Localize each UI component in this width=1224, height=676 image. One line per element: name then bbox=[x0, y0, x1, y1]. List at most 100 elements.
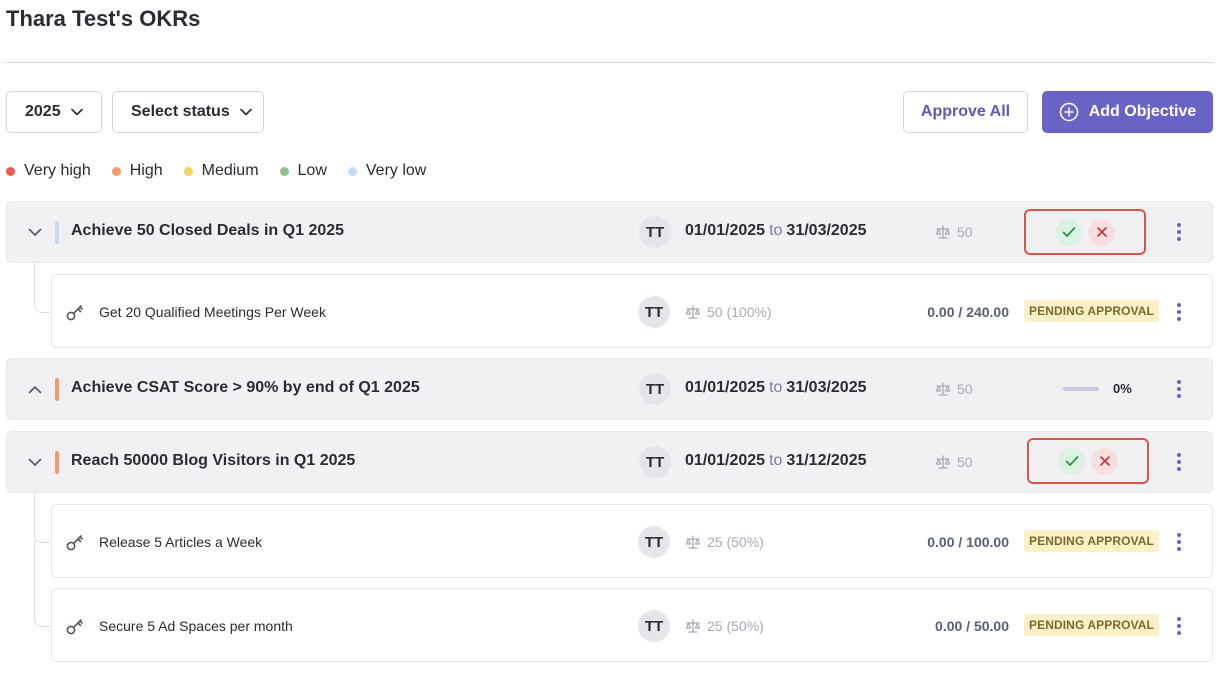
legend-item-medium: Medium bbox=[183, 162, 259, 180]
reject-button[interactable] bbox=[1088, 218, 1115, 246]
page-title: Thara Test's OKRs bbox=[6, 6, 201, 31]
more-options-icon[interactable] bbox=[1176, 223, 1182, 241]
key-result-title[interactable]: Secure 5 Ad Spaces per month bbox=[99, 618, 293, 634]
more-options-icon[interactable] bbox=[1176, 380, 1182, 398]
end-date: 31/03/2025 bbox=[786, 379, 867, 396]
owner-avatar: TT bbox=[639, 216, 671, 248]
end-date: 31/03/2025 bbox=[786, 222, 867, 239]
objective-title[interactable]: Reach 50000 Blog Visitors in Q1 2025 bbox=[71, 452, 355, 470]
objective-progress: 0% bbox=[1063, 381, 1132, 396]
reject-button[interactable] bbox=[1091, 447, 1118, 475]
key-result-weight: 25 (50%) bbox=[685, 618, 764, 634]
key-result-progress-value: 0.00 / 100.00 bbox=[927, 534, 1009, 550]
legend-item-low: Low bbox=[279, 162, 327, 180]
objective-dates: 01/01/2025 to 31/03/2025 bbox=[685, 222, 867, 240]
objective-weight: 50 bbox=[935, 454, 973, 470]
year-select[interactable]: 2025 bbox=[6, 91, 102, 133]
scale-icon bbox=[935, 224, 951, 240]
scale-icon bbox=[935, 454, 951, 470]
key-result-title[interactable]: Get 20 Qualified Meetings Per Week bbox=[99, 304, 326, 320]
legend-item-very-high: Very high bbox=[6, 162, 91, 180]
key-result-row[interactable]: Get 20 Qualified Meetings Per Week TT 50… bbox=[51, 274, 1213, 348]
legend-dot bbox=[183, 166, 193, 176]
owner-avatar: TT bbox=[638, 610, 670, 642]
tree-connector bbox=[34, 493, 50, 543]
objective-title[interactable]: Achieve 50 Closed Deals in Q1 2025 bbox=[71, 222, 344, 240]
key-result-title[interactable]: Release 5 Articles a Week bbox=[99, 534, 262, 550]
weight-value: 25 (50%) bbox=[707, 534, 764, 550]
legend-label: Very low bbox=[365, 162, 427, 179]
weight-value: 50 (100%) bbox=[707, 304, 772, 320]
key-result-progress-value: 0.00 / 50.00 bbox=[935, 618, 1009, 634]
weight-value: 50 bbox=[957, 224, 973, 240]
objective-row[interactable]: Reach 50000 Blog Visitors in Q1 2025 TT … bbox=[6, 431, 1213, 493]
legend-label: High bbox=[129, 162, 163, 179]
approve-all-button[interactable]: Approve All bbox=[903, 91, 1028, 133]
status-badge: PENDING APPROVAL bbox=[1024, 300, 1159, 322]
chevron-down-icon[interactable] bbox=[27, 224, 43, 240]
priority-indicator bbox=[55, 221, 59, 244]
tree-connector bbox=[34, 540, 50, 627]
legend-item-high: High bbox=[111, 162, 163, 180]
approve-button[interactable] bbox=[1055, 218, 1082, 246]
chevron-down-icon bbox=[70, 108, 83, 116]
owner-avatar: TT bbox=[639, 373, 671, 405]
chevron-down-icon[interactable] bbox=[27, 454, 43, 470]
key-result-weight: 50 (100%) bbox=[685, 304, 772, 320]
owner-avatar: TT bbox=[638, 526, 670, 558]
check-icon bbox=[1062, 227, 1075, 237]
chevron-up-icon[interactable] bbox=[27, 381, 43, 397]
start-date: 01/01/2025 bbox=[685, 452, 766, 469]
date-separator: to bbox=[769, 379, 783, 396]
objective-dates: 01/01/2025 to 31/12/2025 bbox=[685, 452, 867, 470]
key-icon bbox=[65, 302, 85, 327]
end-date: 31/12/2025 bbox=[786, 452, 867, 469]
more-options-icon[interactable] bbox=[1176, 617, 1182, 635]
date-separator: to bbox=[769, 222, 783, 239]
legend-dot bbox=[6, 166, 15, 176]
objective-dates: 01/01/2025 to 31/03/2025 bbox=[685, 379, 867, 397]
close-icon bbox=[1096, 227, 1107, 237]
scale-icon bbox=[685, 304, 701, 320]
priority-legend: Very high High Medium Low Very low bbox=[6, 162, 447, 180]
owner-avatar: TT bbox=[639, 446, 671, 478]
key-result-row[interactable]: Release 5 Articles a Week TT 25 (50%) 0.… bbox=[51, 504, 1213, 578]
more-options-icon[interactable] bbox=[1176, 533, 1182, 551]
owner-avatar: TT bbox=[638, 296, 670, 328]
weight-value: 25 (50%) bbox=[707, 618, 764, 634]
scale-icon bbox=[685, 534, 701, 550]
more-options-icon[interactable] bbox=[1176, 303, 1182, 321]
scale-icon bbox=[685, 618, 701, 634]
scale-icon bbox=[935, 381, 951, 397]
approve-button[interactable] bbox=[1058, 447, 1085, 475]
close-icon bbox=[1099, 456, 1110, 466]
check-icon bbox=[1065, 456, 1078, 466]
chevron-down-icon bbox=[239, 108, 252, 116]
priority-indicator bbox=[55, 378, 59, 401]
priority-indicator bbox=[55, 451, 59, 474]
add-objective-label: Add Objective bbox=[1088, 103, 1197, 120]
status-badge: PENDING APPROVAL bbox=[1024, 614, 1159, 636]
key-result-progress-value: 0.00 / 240.00 bbox=[927, 304, 1009, 320]
approve-all-label: Approve All bbox=[920, 103, 1011, 120]
key-icon bbox=[65, 532, 85, 557]
status-select[interactable]: Select status bbox=[112, 91, 264, 133]
progress-value: 0% bbox=[1113, 381, 1132, 396]
progress-bar bbox=[1063, 386, 1099, 391]
year-select-value: 2025 bbox=[25, 103, 61, 120]
key-result-row[interactable]: Secure 5 Ad Spaces per month TT 25 (50%)… bbox=[51, 588, 1213, 662]
start-date: 01/01/2025 bbox=[685, 379, 766, 396]
legend-dot bbox=[279, 166, 289, 176]
add-objective-button[interactable]: Add Objective bbox=[1042, 91, 1213, 133]
approval-actions bbox=[1027, 438, 1149, 484]
key-icon bbox=[65, 616, 85, 641]
objective-title[interactable]: Achieve CSAT Score > 90% by end of Q1 20… bbox=[71, 379, 420, 397]
plus-circle-icon bbox=[1059, 102, 1079, 122]
more-options-icon[interactable] bbox=[1176, 453, 1182, 471]
date-separator: to bbox=[769, 452, 783, 469]
objective-row[interactable]: Achieve 50 Closed Deals in Q1 2025 TT 01… bbox=[6, 201, 1213, 263]
objective-row[interactable]: Achieve CSAT Score > 90% by end of Q1 20… bbox=[6, 358, 1213, 420]
legend-label: Low bbox=[297, 162, 327, 179]
objective-weight: 50 bbox=[935, 381, 973, 397]
weight-value: 50 bbox=[957, 454, 973, 470]
